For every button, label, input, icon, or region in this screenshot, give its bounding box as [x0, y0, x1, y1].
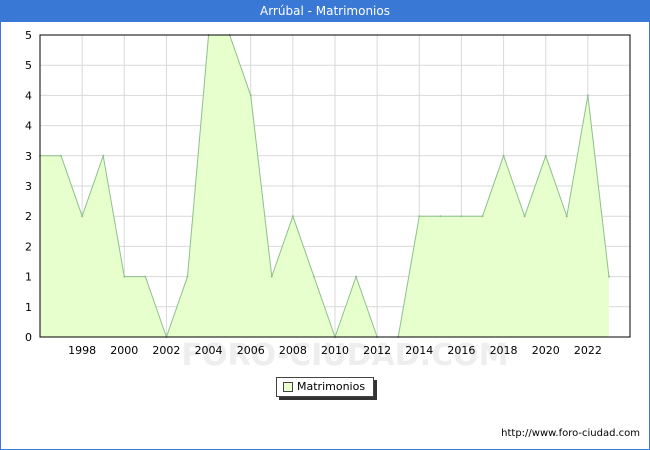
data-point	[355, 275, 358, 278]
y-tick-label: 3	[25, 180, 32, 193]
data-point	[439, 215, 442, 218]
y-tick-label: 3	[25, 150, 32, 163]
y-tick-label: 2	[25, 240, 32, 253]
y-tick-label: 1	[25, 271, 32, 284]
data-point	[186, 275, 189, 278]
x-tick-label: 2016	[447, 344, 475, 357]
x-tick-label: 2020	[532, 344, 560, 357]
x-tick-label: 1998	[68, 344, 96, 357]
data-point	[270, 275, 273, 278]
x-tick-label: 2022	[574, 344, 602, 357]
data-point	[418, 215, 421, 218]
data-point	[60, 154, 63, 157]
x-tick-label: 2012	[363, 344, 391, 357]
data-point	[102, 154, 105, 157]
data-point	[460, 215, 463, 218]
legend-swatch	[283, 382, 293, 392]
source-url: http://www.foro-ciudad.com	[501, 428, 640, 439]
y-tick-label: 5	[25, 29, 32, 42]
x-tick-label: 2018	[490, 344, 518, 357]
y-tick-label: 4	[25, 120, 32, 133]
y-tick-label: 0	[25, 331, 32, 344]
y-tick-label: 5	[25, 59, 32, 72]
data-point	[607, 275, 610, 278]
x-tick-label: 2008	[279, 344, 307, 357]
data-point	[249, 94, 252, 97]
data-point	[144, 275, 147, 278]
legend: Matrimonios	[276, 377, 374, 397]
data-point	[565, 215, 568, 218]
data-point	[502, 154, 505, 157]
x-tick-label: 2004	[195, 344, 223, 357]
data-point	[523, 215, 526, 218]
x-tick-label: 2010	[321, 344, 349, 357]
data-point	[312, 275, 315, 278]
y-tick-label: 1	[25, 301, 32, 314]
y-tick-label: 4	[25, 89, 32, 102]
data-point	[291, 215, 294, 218]
data-point	[481, 215, 484, 218]
x-tick-label: 2006	[237, 344, 265, 357]
x-tick-label: 2002	[152, 344, 180, 357]
y-tick-label: 2	[25, 210, 32, 223]
data-point	[81, 215, 84, 218]
x-tick-label: 2000	[110, 344, 138, 357]
data-point	[586, 94, 589, 97]
legend-label: Matrimonios	[297, 380, 366, 393]
x-tick-label: 2014	[405, 344, 433, 357]
data-point	[123, 275, 126, 278]
data-point	[544, 154, 547, 157]
